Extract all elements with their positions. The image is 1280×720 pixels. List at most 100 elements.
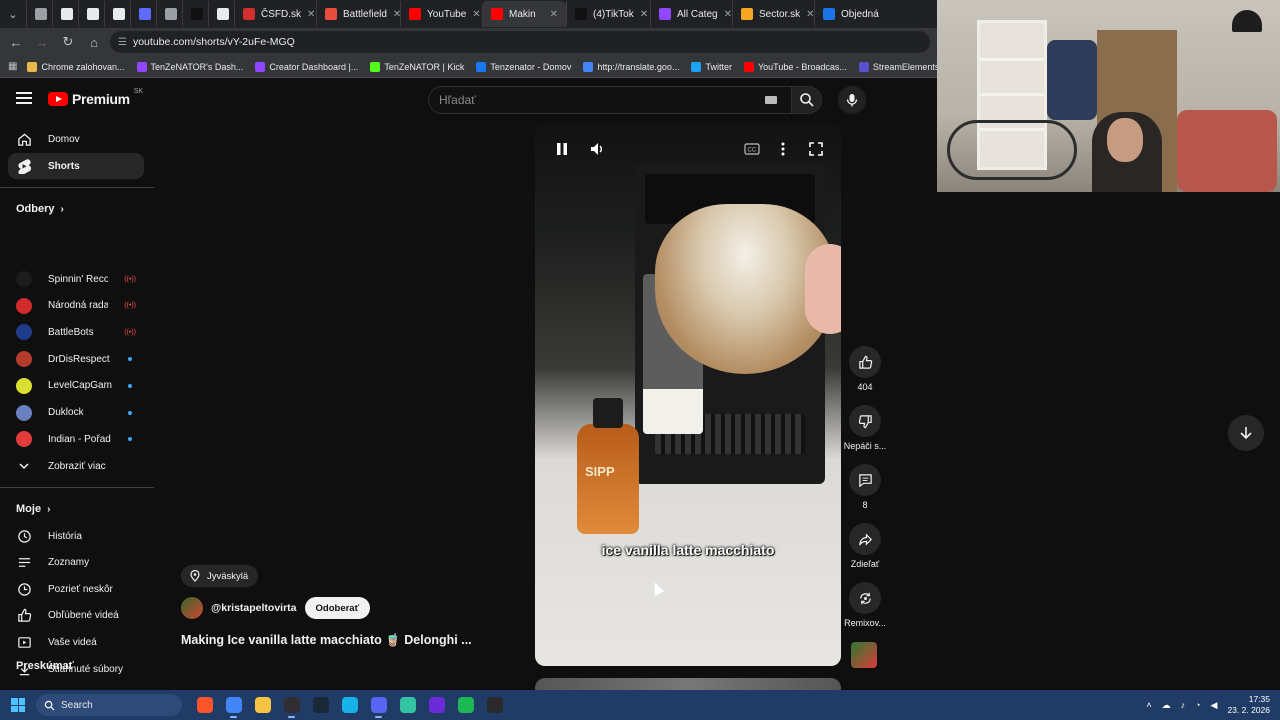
captions-button[interactable]: CC bbox=[744, 142, 760, 158]
subscription-item[interactable]: BattleBots ((•)) bbox=[8, 319, 144, 345]
close-tab-icon[interactable]: ✕ bbox=[472, 9, 480, 20]
close-tab-icon[interactable]: ✕ bbox=[806, 9, 814, 20]
fullscreen-button[interactable] bbox=[809, 142, 823, 159]
sidebar-item-you[interactable]: Vaše videá bbox=[8, 629, 144, 655]
menu-icon[interactable] bbox=[16, 90, 32, 106]
keyboard-icon[interactable] bbox=[765, 96, 777, 104]
taskbar-search[interactable]: Search bbox=[36, 694, 182, 716]
chevron-up-icon[interactable]: ˄ bbox=[1146, 700, 1151, 710]
browser-tab[interactable]: Objedná✕ bbox=[814, 1, 884, 27]
volume-icon[interactable]: ◀ bbox=[1211, 700, 1218, 711]
sidebar-item-you[interactable]: Obľúbené videá bbox=[8, 603, 144, 629]
pause-button[interactable] bbox=[555, 142, 569, 159]
tab-search-button[interactable]: ⌄ bbox=[0, 1, 26, 27]
comments-button[interactable] bbox=[849, 464, 881, 496]
close-tab-icon[interactable]: ✕ bbox=[550, 9, 558, 20]
share-button[interactable] bbox=[849, 523, 881, 555]
like-button[interactable] bbox=[849, 346, 881, 378]
browser-tab[interactable]: B✕ bbox=[182, 1, 208, 27]
taskbar-app[interactable] bbox=[422, 690, 451, 720]
taskbar-app[interactable] bbox=[480, 690, 509, 720]
sidebar-item-home[interactable]: Domov bbox=[8, 126, 144, 152]
apps-grid-icon[interactable]: ▦ bbox=[8, 61, 17, 72]
microphone-icon[interactable]: ♪ bbox=[1181, 700, 1186, 710]
bookmark-item[interactable]: Creator Dashboard |... bbox=[255, 61, 358, 72]
reload-button[interactable]: ↻ bbox=[58, 32, 78, 52]
short-video-player[interactable]: SIPP CC ice vanilla latte macchiato bbox=[535, 124, 841, 666]
sidebar-item-you[interactable]: História bbox=[8, 523, 144, 549]
location-chip[interactable]: Jyväskylä bbox=[181, 565, 259, 587]
taskbar-app[interactable] bbox=[451, 690, 480, 720]
bookmark-item[interactable]: Chrome zalohovan... bbox=[27, 61, 125, 72]
bookmark-item[interactable]: Tenzenator - Domov bbox=[476, 61, 571, 72]
browser-tab[interactable] bbox=[130, 1, 156, 27]
subscription-item[interactable]: Indian - Pořad o ... bbox=[8, 426, 144, 452]
channel-name[interactable]: @kristapeltovirta bbox=[211, 602, 297, 614]
browser-tab[interactable] bbox=[78, 1, 104, 27]
dislike-button[interactable] bbox=[849, 405, 881, 437]
subscription-item[interactable]: DrDisRespect bbox=[8, 346, 144, 372]
sidebar-item-you[interactable]: Pozrieť neskôr bbox=[8, 576, 144, 602]
bookmark-item[interactable]: TenZeNATOR's Dash... bbox=[136, 61, 243, 72]
start-button[interactable] bbox=[0, 690, 36, 720]
sidebar-item-you[interactable]: Zoznamy bbox=[8, 550, 144, 576]
taskbar-app[interactable] bbox=[364, 690, 393, 720]
browser-tab[interactable]: Battlefield ✕ bbox=[316, 1, 400, 27]
short-title[interactable]: Making Ice vanilla latte macchiato 🧋 Del… bbox=[181, 633, 481, 648]
subscription-item[interactable]: LevelCapGaming bbox=[8, 373, 144, 399]
forward-button[interactable]: → bbox=[32, 32, 52, 52]
bookmark-item[interactable]: Twitter bbox=[691, 61, 732, 72]
browser-tab[interactable] bbox=[104, 1, 130, 27]
bookmark-item[interactable]: http://translate.goo... bbox=[583, 61, 679, 72]
browser-tab[interactable]: (4)TikTok ✕ bbox=[566, 1, 650, 27]
browser-tab[interactable]: Makin ✕ bbox=[482, 1, 566, 27]
you-header[interactable]: Moje › bbox=[16, 503, 50, 515]
close-tab-icon[interactable]: ✕ bbox=[640, 9, 648, 20]
taskbar-app[interactable] bbox=[306, 690, 335, 720]
channel-avatar[interactable] bbox=[181, 597, 203, 619]
back-button[interactable]: ← bbox=[6, 32, 26, 52]
subscription-item[interactable]: Duklock bbox=[8, 400, 144, 426]
bookmark-item[interactable]: YouTube - Broadcas... bbox=[743, 61, 847, 72]
cloud-icon[interactable]: ☁ bbox=[1162, 700, 1171, 711]
sidebar-item-shorts[interactable]: Shorts bbox=[8, 153, 144, 179]
browser-tab[interactable] bbox=[208, 1, 234, 27]
show-more-button[interactable]: Zobraziť viac bbox=[8, 453, 144, 479]
close-tab-icon[interactable]: ✕ bbox=[307, 9, 315, 20]
subscribe-button[interactable]: Odoberať bbox=[304, 597, 371, 619]
browser-tab[interactable] bbox=[156, 1, 182, 27]
address-bar[interactable]: ☰ youtube.com/shorts/vY-2uFe-MGQ bbox=[110, 31, 930, 53]
more-options-button[interactable] bbox=[781, 142, 785, 159]
taskbar-app[interactable] bbox=[190, 690, 219, 720]
browser-tab[interactable]: Sector.sk ✕ bbox=[732, 1, 814, 27]
voice-search-button[interactable] bbox=[838, 86, 866, 114]
taskbar-app[interactable] bbox=[277, 690, 306, 720]
close-tab-icon[interactable]: ✕ bbox=[724, 9, 732, 20]
subscription-item[interactable]: Spinnin' Records ((•)) bbox=[8, 266, 144, 292]
sidebar-item-label: Zoznamy bbox=[48, 557, 90, 569]
next-short-button[interactable] bbox=[1228, 415, 1264, 451]
search-button[interactable] bbox=[792, 86, 822, 114]
clock[interactable]: 17:35 23. 2. 2026 bbox=[1227, 694, 1270, 716]
taskbar-app[interactable] bbox=[219, 690, 248, 720]
browser-tab[interactable]: ČSFD.sk ✕ bbox=[234, 1, 316, 27]
volume-button[interactable] bbox=[590, 142, 606, 159]
browser-tab[interactable]: All Categ ✕ bbox=[650, 1, 732, 27]
wifi-icon[interactable]: ◔ bbox=[1195, 700, 1200, 710]
bookmark-item[interactable]: TenZeNATOR | Kick bbox=[370, 61, 464, 72]
subscription-item[interactable]: Národná rada Sl... ((•)) bbox=[8, 293, 144, 319]
taskbar-app[interactable] bbox=[393, 690, 422, 720]
subscriptions-header[interactable]: Odbery › bbox=[16, 203, 64, 215]
home-button[interactable]: ⌂ bbox=[84, 32, 104, 52]
taskbar-app[interactable] bbox=[335, 690, 364, 720]
taskbar-app[interactable] bbox=[248, 690, 277, 720]
remix-button[interactable] bbox=[849, 582, 881, 614]
browser-tab[interactable]: YouTube ✕ bbox=[400, 1, 482, 27]
browser-tab[interactable] bbox=[52, 1, 78, 27]
sound-thumbnail[interactable] bbox=[851, 642, 877, 668]
close-tab-icon[interactable]: ✕ bbox=[393, 9, 400, 20]
browser-tab[interactable] bbox=[26, 1, 52, 27]
youtube-premium-logo[interactable]: Premium SK bbox=[48, 88, 143, 107]
site-info-icon[interactable]: ☰ bbox=[118, 37, 127, 48]
search-input[interactable]: Hľadať bbox=[428, 86, 792, 114]
